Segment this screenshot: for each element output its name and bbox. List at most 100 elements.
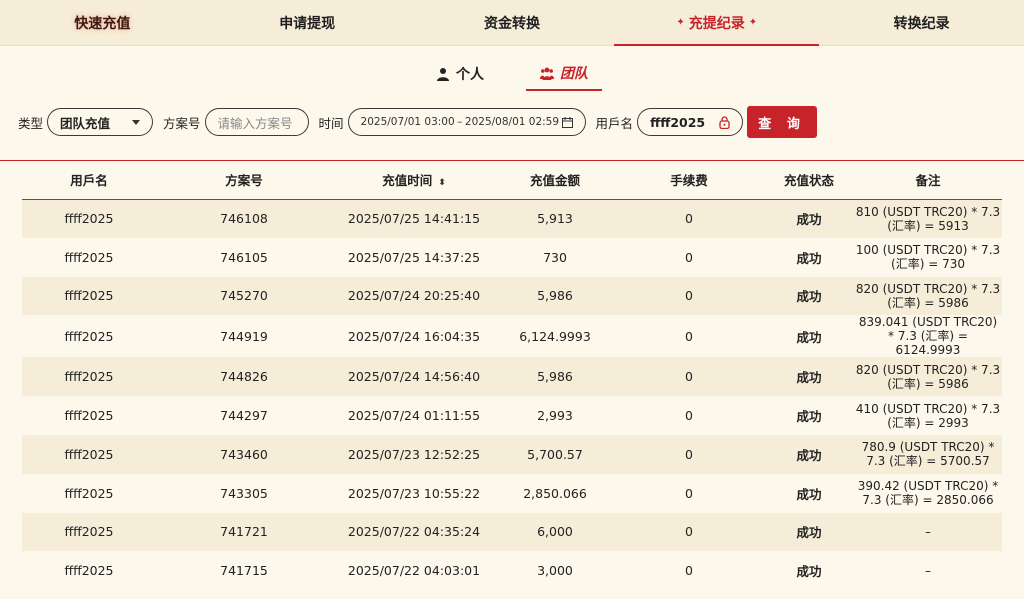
cell-deposit-time: 2025/07/25 14:37:25 (347, 249, 481, 265)
cell-note: 100 (USDT TRC20) * 7.3 (汇率) = 730 (855, 243, 1001, 272)
tab-quick-deposit[interactable]: 快速充值 (0, 0, 205, 45)
cell-status: 成功 (796, 447, 822, 463)
cell-note: 810 (USDT TRC20) * 7.3 (汇率) = 5913 (855, 204, 1001, 233)
table-row: ffff2025 746108 2025/07/25 14:41:15 5,913 0 成… (22, 199, 1002, 238)
time-label: 时间 (318, 115, 344, 131)
cell-username: ffff2025 (64, 563, 114, 579)
top-nav: 快速充值 申请提现 资金转换 ✦ 充提纪录 ✦ 转换纪录 (0, 0, 1024, 46)
caret-down-icon (132, 119, 141, 125)
cell-status: 成功 (796, 525, 822, 541)
lock-icon (719, 115, 730, 129)
date-start: 2025/07/01 03:00 (360, 116, 455, 128)
cell-fee: 0 (685, 249, 693, 265)
cell-amount: 2,850.066 (523, 485, 587, 501)
cell-username: ffff2025 (64, 211, 114, 227)
cell-status: 成功 (796, 409, 822, 425)
cell-amount: 5,913 (537, 211, 573, 227)
cell-plan-no: 741721 (220, 524, 268, 540)
cell-fee: 0 (685, 524, 693, 540)
col-status: 充值状态 (764, 161, 854, 200)
cell-fee: 0 (685, 563, 693, 579)
subtab-team[interactable]: 团队 (526, 57, 602, 91)
cell-note: 839.041 (USDT TRC20) * 7.3 (汇率) = 6124.9… (858, 315, 998, 358)
cell-username: ffff2025 (64, 328, 114, 344)
cell-amount: 2,993 (537, 408, 573, 424)
cell-note: – (925, 563, 931, 578)
type-select[interactable]: 团队充值 (47, 108, 154, 136)
col-fee: 手续费 (614, 161, 764, 200)
col-plan-no: 方案号 (156, 161, 332, 200)
calendar-icon (561, 116, 573, 128)
tab-withdraw[interactable]: 申请提现 (205, 0, 410, 45)
cell-status: 成功 (796, 370, 822, 386)
cell-plan-no: 744297 (220, 408, 268, 424)
table-row: ffff2025 741721 2025/07/22 04:35:24 6,000 0 成… (22, 512, 1002, 552)
col-username: 用戶名 (22, 161, 156, 200)
cell-status: 成功 (796, 564, 822, 580)
cell-plan-no: 746108 (220, 211, 268, 227)
query-button[interactable]: 查 询 (747, 106, 818, 138)
cell-username: ffff2025 (64, 446, 114, 462)
tab-fund-transfer[interactable]: 资金转换 (410, 0, 615, 45)
cell-deposit-time: 2025/07/24 20:25:40 (347, 288, 481, 304)
cell-note: 820 (USDT TRC20) * 7.3 (汇率) = 5986 (855, 281, 1001, 310)
cell-plan-no: 741715 (220, 563, 268, 579)
table-row: ffff2025 743460 2025/07/23 12:52:25 5,700.5… (22, 434, 1002, 474)
col-note: 备注 (854, 161, 1002, 200)
col-amount: 充值金额 (496, 161, 614, 200)
table-header-row: 用戶名 方案号 充值时间 ⬍ 充值金额 手续费 充值状态 备注 (22, 161, 1002, 200)
cell-deposit-time: 2025/07/23 12:52:25 (347, 446, 481, 462)
cell-fee: 0 (685, 369, 693, 385)
table-row: ffff2025 744919 2025/07/24 16:04:35 6,124.9… (22, 315, 1002, 358)
star-icon: ✦ (748, 17, 758, 28)
cell-note: 410 (USDT TRC20) * 7.3 (汇率) = 2993 (855, 401, 1001, 430)
cell-note: 390.42 (USDT TRC20) * 7.3 (汇率) = 2850.06… (857, 479, 999, 508)
cell-note: – (925, 524, 931, 539)
cell-plan-no: 744919 (220, 328, 268, 344)
cell-username: ffff2025 (64, 249, 114, 265)
cell-status: 成功 (796, 212, 822, 228)
tab-transfer-records[interactable]: 转换纪录 (819, 0, 1024, 45)
cell-deposit-time: 2025/07/24 14:56:40 (347, 369, 481, 385)
cell-fee: 0 (685, 408, 693, 424)
plan-input[interactable]: 请输入方案号 (204, 108, 309, 136)
table-body: ffff2025 746108 2025/07/25 14:41:15 5,913 0 成… (22, 199, 1002, 591)
subtab-personal[interactable]: 个人 (422, 58, 498, 90)
type-label: 类型 (18, 115, 44, 131)
table-row: ffff2025 745270 2025/07/24 20:25:40 5,986 0 成… (22, 276, 1002, 316)
date-separator: – (457, 116, 463, 128)
cell-plan-no: 743460 (220, 446, 268, 462)
plan-label: 方案号 (163, 115, 201, 131)
cell-deposit-time: 2025/07/23 10:55:22 (347, 485, 481, 501)
cell-username: ffff2025 (64, 485, 114, 501)
cell-plan-no: 746105 (220, 249, 268, 265)
username-input[interactable]: ffff2025 (637, 108, 744, 136)
type-select-value: 团队充值 (60, 115, 111, 131)
col-deposit-time[interactable]: 充值时间 ⬍ (332, 161, 496, 200)
date-end: 2025/08/01 02:59 (464, 116, 560, 128)
cell-status: 成功 (796, 486, 822, 502)
cell-status: 成功 (796, 250, 822, 266)
tab-deposit-withdraw-records[interactable]: ✦ 充提纪录 ✦ (614, 0, 819, 46)
cell-fee: 0 (685, 211, 693, 227)
cell-username: ffff2025 (64, 408, 114, 424)
person-icon (437, 68, 449, 81)
plan-input-placeholder: 请输入方案号 (217, 115, 293, 131)
cell-fee: 0 (685, 446, 693, 462)
table-row: ffff2025 744826 2025/07/24 14:56:40 5,986 0 成… (22, 357, 1002, 397)
cell-fee: 0 (685, 485, 693, 501)
records-table: 用戶名 方案号 充值时间 ⬍ 充值金额 手续费 充值状态 备注 ffff2025 7… (22, 161, 1002, 591)
cell-deposit-time: 2025/07/24 16:04:35 (347, 328, 481, 344)
cell-amount: 6,124.9993 (519, 328, 591, 344)
table-row: ffff2025 743305 2025/07/23 10:55:22 2,850.0… (22, 473, 1002, 513)
date-range-picker[interactable]: 2025/07/01 03:00 – 2025/08/01 02:59 (347, 108, 586, 136)
cell-username: ffff2025 (64, 288, 114, 304)
username-label: 用戶名 (595, 115, 634, 131)
cell-amount: 3,000 (537, 563, 573, 579)
cell-fee: 0 (685, 328, 693, 344)
col-deposit-time-label: 充值时间 (382, 173, 433, 189)
cell-status: 成功 (796, 329, 822, 345)
cell-amount: 5,986 (537, 369, 573, 385)
cell-amount: 5,986 (537, 288, 573, 304)
sort-icon[interactable]: ⬍ (438, 178, 446, 188)
